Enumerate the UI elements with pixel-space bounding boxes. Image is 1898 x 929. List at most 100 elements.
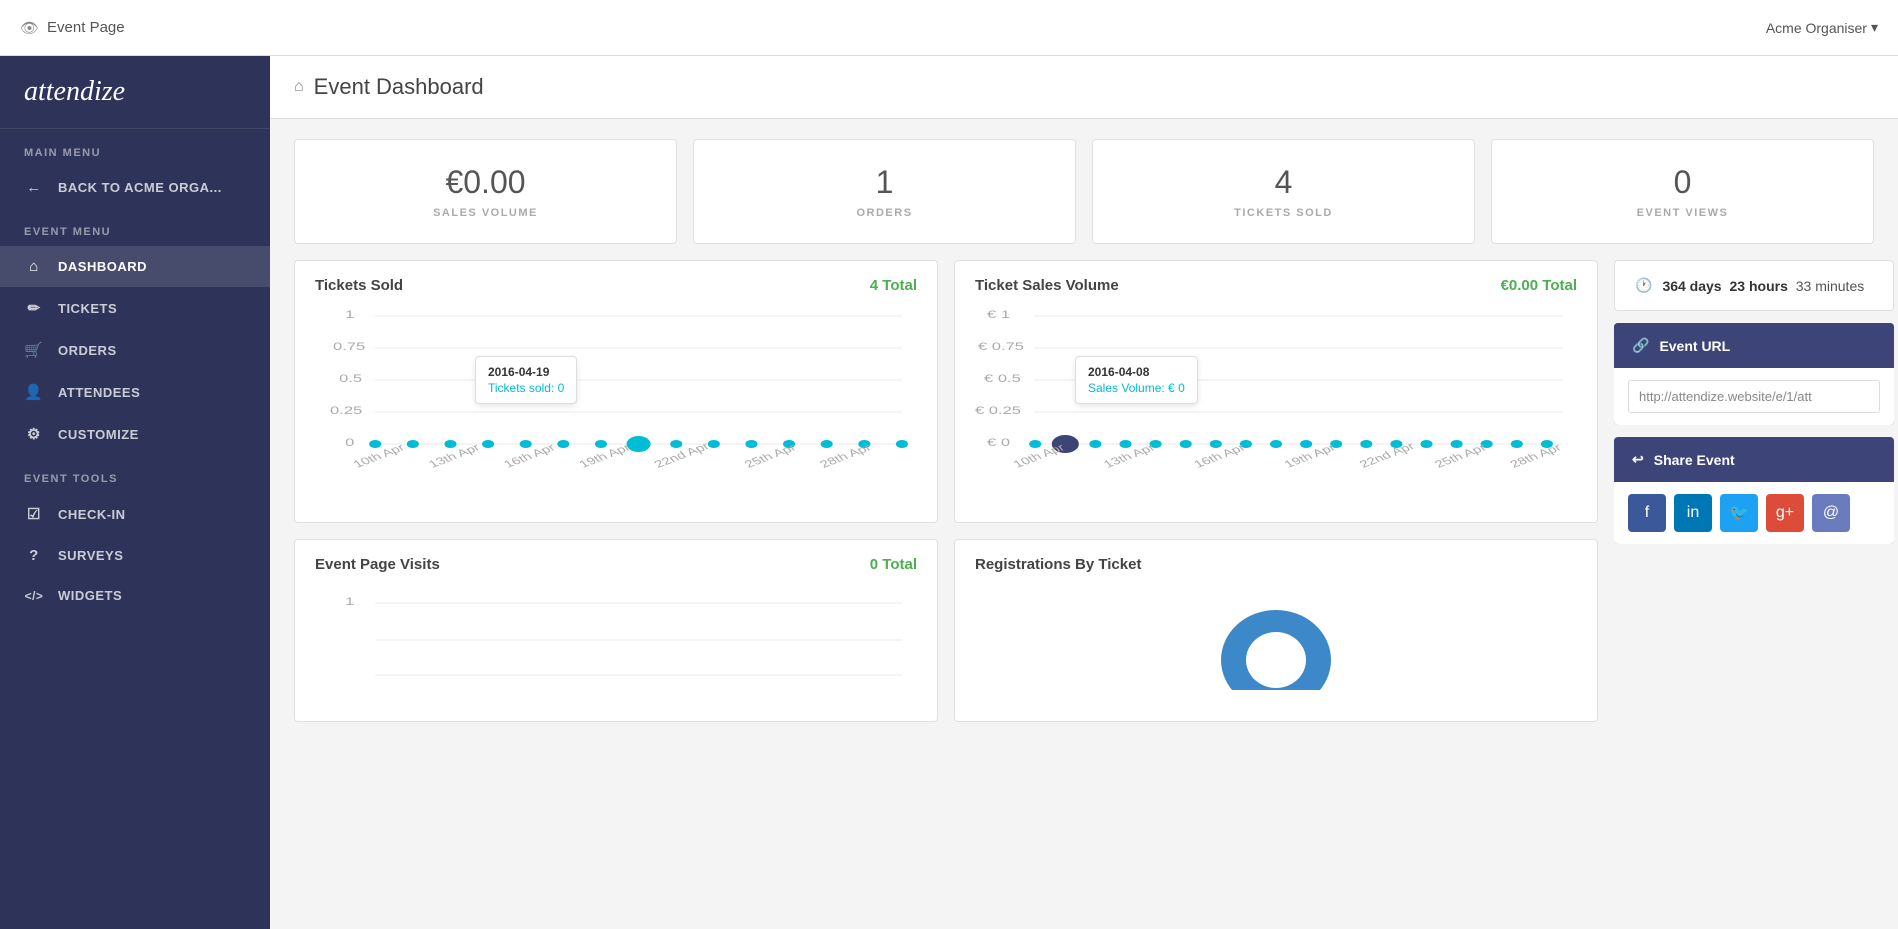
attendees-icon: 👤	[24, 383, 44, 401]
visits-svg: 1	[315, 585, 917, 705]
event-url-header: 🔗 Event URL	[1614, 323, 1894, 368]
organiser-name: Acme Organiser	[1766, 20, 1867, 36]
tickets-icon: ✏	[24, 299, 44, 317]
sidebar-item-customize[interactable]: ⚙ CUSTOMIZE	[0, 413, 270, 455]
tickets-sold-label: TICKETS SOLD	[1117, 207, 1450, 219]
content-area: €0.00 SALES VOLUME 1 ORDERS 4 TICKETS SO…	[270, 119, 1898, 758]
event-views-value: 0	[1516, 164, 1849, 201]
share-twitter-button[interactable]: 🐦	[1720, 494, 1758, 532]
sales-volume-value: €0.00	[319, 164, 652, 201]
back-label: BACK TO ACME ORGA...	[58, 180, 222, 195]
svg-text:0.5: 0.5	[339, 372, 362, 385]
right-panel: 🕐 364 days 23 hours 33 minutes 🔗 Event U…	[1614, 260, 1894, 738]
orders-icon: 🛒	[24, 341, 44, 359]
tickets-sold-chart-area: 1 0.75 0.5 0.25 0	[315, 306, 917, 506]
ticket-sales-chart: Ticket Sales Volume €0.00 Total € 1 € 0.…	[954, 260, 1598, 523]
ticket-sales-total: €0.00 Total	[1501, 277, 1577, 294]
home-icon: ⌂	[294, 78, 304, 96]
share-header: ↩ Share Event	[1614, 437, 1894, 482]
sidebar-item-widgets[interactable]: </> WIDGETS	[0, 576, 270, 615]
main-menu-label: MAIN MENU	[0, 129, 270, 167]
sidebar-item-orders[interactable]: 🛒 ORDERS	[0, 329, 270, 371]
customize-label: CUSTOMIZE	[58, 427, 139, 442]
chart-header-registrations: Registrations By Ticket	[975, 556, 1577, 573]
link-icon: 🔗	[1632, 337, 1649, 354]
svg-text:€ 0.5: € 0.5	[984, 372, 1021, 385]
svg-text:€ 0.25: € 0.25	[975, 404, 1021, 417]
tickets-sold-value: 4	[1117, 164, 1450, 201]
sidebar-item-tickets[interactable]: ✏ TICKETS	[0, 287, 270, 329]
tickets-sold-title: Tickets Sold	[315, 277, 403, 294]
share-facebook-button[interactable]: f	[1628, 494, 1666, 532]
surveys-label: SURVEYS	[58, 548, 123, 563]
charts-row-1: Tickets Sold 4 Total 1 0.75 0.5 0.25	[294, 260, 1598, 523]
topbar: 👁 Event Page Acme Organiser ▾	[0, 0, 1898, 56]
share-googleplus-button[interactable]: g+	[1766, 494, 1804, 532]
sidebar-item-checkin[interactable]: ☑ CHECK-IN	[0, 493, 270, 535]
charts-col: Tickets Sold 4 Total 1 0.75 0.5 0.25	[294, 260, 1598, 738]
chevron-down-icon: ▾	[1871, 19, 1878, 36]
chart-header-visits: Event Page Visits 0 Total	[315, 556, 917, 573]
event-url-card: 🔗 Event URL	[1614, 323, 1894, 425]
svg-text:0: 0	[345, 436, 354, 449]
sales-volume-label: SALES VOLUME	[319, 207, 652, 219]
charts-row-2: Event Page Visits 0 Total 1	[294, 539, 1598, 722]
clock-icon: 🕐	[1635, 277, 1652, 294]
share-icon: ↩	[1632, 451, 1644, 468]
share-email-button[interactable]: @	[1812, 494, 1850, 532]
organiser-menu[interactable]: Acme Organiser ▾	[1766, 19, 1878, 36]
event-page-visits-chart: Event Page Visits 0 Total 1	[294, 539, 938, 722]
page-header: ⌂ Event Dashboard	[270, 56, 1898, 119]
logo-text: attendize	[24, 76, 125, 107]
tickets-label: TICKETS	[58, 301, 117, 316]
widgets-label: WIDGETS	[58, 588, 122, 603]
svg-text:€ 0: € 0	[987, 436, 1010, 449]
checkin-icon: ☑	[24, 505, 44, 523]
eye-icon: 👁	[20, 19, 39, 37]
event-url-title: Event URL	[1659, 338, 1730, 354]
ticket-sales-svg: € 1 € 0.75 € 0.5 € 0.25 € 0	[975, 306, 1577, 476]
widgets-icon: </>	[24, 589, 44, 603]
orders-value: 1	[718, 164, 1051, 201]
tickets-sold-svg: 1 0.75 0.5 0.25 0	[315, 306, 917, 476]
page-title: Event Dashboard	[314, 74, 484, 100]
stats-row: €0.00 SALES VOLUME 1 ORDERS 4 TICKETS SO…	[294, 139, 1874, 244]
event-page-link[interactable]: Event Page	[47, 19, 125, 36]
sidebar: attendize MAIN MENU ← BACK TO ACME ORGA.…	[0, 56, 270, 929]
stat-tickets-sold: 4 TICKETS SOLD	[1092, 139, 1475, 244]
dashboard-icon: ⌂	[24, 258, 44, 275]
chart-header-tickets: Tickets Sold 4 Total	[315, 277, 917, 294]
event-tools-label: EVENT TOOLS	[0, 455, 270, 493]
event-menu-label: EVENT MENU	[0, 208, 270, 246]
event-url-input[interactable]	[1628, 380, 1880, 413]
stat-orders: 1 ORDERS	[693, 139, 1076, 244]
share-linkedin-button[interactable]: in	[1674, 494, 1712, 532]
sidebar-item-dashboard[interactable]: ⌂ DASHBOARD	[0, 246, 270, 287]
event-page-visits-area: 1	[315, 585, 917, 705]
timer-text: 364 days 23 hours 33 minutes	[1662, 278, 1864, 294]
pie-svg	[1216, 590, 1336, 690]
share-title: Share Event	[1654, 452, 1735, 468]
svg-text:0.75: 0.75	[333, 340, 365, 353]
back-icon: ←	[24, 179, 44, 196]
registrations-title: Registrations By Ticket	[975, 556, 1141, 573]
sidebar-item-back[interactable]: ← BACK TO ACME ORGA...	[0, 167, 270, 208]
tickets-sold-chart: Tickets Sold 4 Total 1 0.75 0.5 0.25	[294, 260, 938, 523]
stat-event-views: 0 EVENT VIEWS	[1491, 139, 1874, 244]
orders-label: ORDERS	[58, 343, 117, 358]
svg-text:1: 1	[345, 308, 354, 321]
sidebar-item-surveys[interactable]: ? SURVEYS	[0, 535, 270, 576]
dashboard-label: DASHBOARD	[58, 259, 147, 274]
pie-chart-area	[975, 585, 1577, 685]
sidebar-item-attendees[interactable]: 👤 ATTENDEES	[0, 371, 270, 413]
share-buttons: f in 🐦 g+ @	[1614, 482, 1894, 544]
stat-sales-volume: €0.00 SALES VOLUME	[294, 139, 677, 244]
event-url-body	[1614, 368, 1894, 425]
event-page-visits-title: Event Page Visits	[315, 556, 440, 573]
event-views-label: EVENT VIEWS	[1516, 207, 1849, 219]
registrations-by-ticket-chart: Registrations By Ticket	[954, 539, 1598, 722]
event-page-visits-total: 0 Total	[870, 556, 917, 573]
surveys-icon: ?	[24, 547, 44, 564]
customize-icon: ⚙	[24, 425, 44, 443]
main-content: ⌂ Event Dashboard €0.00 SALES VOLUME 1 O…	[270, 56, 1898, 929]
